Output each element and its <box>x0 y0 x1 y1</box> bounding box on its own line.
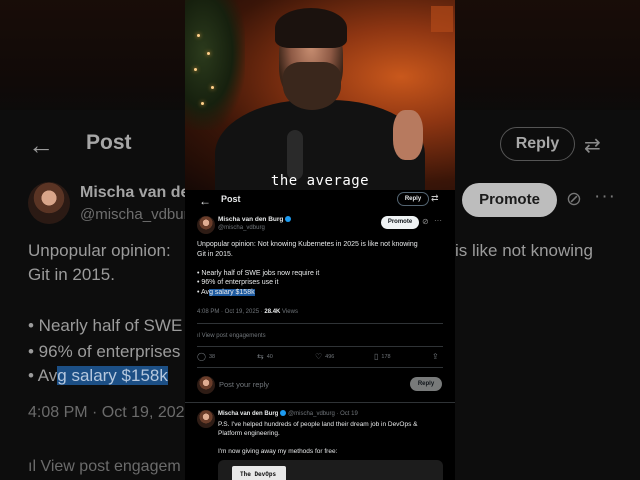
background-bullet1: • Nearly half of SWE <box>28 316 183 335</box>
background-engagements-label: View post engagem <box>40 458 181 475</box>
background-text-line2: Git in 2015. <box>28 265 115 284</box>
more-icon[interactable]: ··· <box>434 216 442 225</box>
background-nav-title: Post <box>86 131 132 154</box>
book-cover: The DevOps <box>232 466 286 480</box>
post-bullet3-highlight: g salary $158k <box>209 288 255 296</box>
view-engagements-label: View post engagements <box>201 333 266 339</box>
string-light <box>211 86 214 89</box>
link-card[interactable]: The DevOps <box>218 460 443 480</box>
author-name-label: Mischa van den Burg <box>218 216 284 223</box>
views-label: Views <box>280 309 298 315</box>
string-light <box>207 52 210 55</box>
background-text-line1-right: is like not knowing <box>455 241 593 260</box>
post-bullet1: • Nearly half of SWE jobs now require it <box>197 269 320 277</box>
compose-reply-button[interactable]: Reply <box>410 377 442 391</box>
like-count: 496 <box>325 354 335 360</box>
bookmark-action[interactable]: ▯ 178 <box>374 352 391 361</box>
background-reply-button: Reply <box>500 127 575 161</box>
presenter-hand <box>393 110 423 160</box>
presenter-beard <box>283 62 341 110</box>
repost-action[interactable]: ⇆ 40 <box>257 352 273 361</box>
arrow-left-icon[interactable]: ← <box>199 194 211 208</box>
background-bullet2: • 96% of enterprises <box>28 342 181 361</box>
repost-count: 40 <box>266 354 273 360</box>
bar-chart-icon: ıl <box>28 458 41 475</box>
string-light <box>201 102 204 105</box>
background-bullet3: • Avg salary $158k <box>28 366 168 386</box>
share-icon: ⇪ <box>432 352 439 361</box>
background-promote-button: Promote <box>462 183 557 217</box>
verified-badge-icon <box>285 216 292 222</box>
string-light <box>197 34 200 37</box>
heart-icon: ♡ <box>315 352 323 361</box>
divider <box>197 367 443 368</box>
background-engagements: ıl View post engagem <box>28 458 181 476</box>
promote-button[interactable]: Promote <box>381 216 419 229</box>
presenter-video[interactable] <box>185 0 455 192</box>
post-body: Unpopular opinion: Not knowing Kubernete… <box>197 240 447 297</box>
background-bullet3-highlight: g salary $158k <box>57 366 168 385</box>
avatar <box>28 182 70 224</box>
divider <box>197 323 443 324</box>
reply-body: P.S. I've helped hundreds of people land… <box>218 420 446 456</box>
divider <box>185 402 455 403</box>
reply-spacer <box>218 438 446 447</box>
reply-author-name: Mischa van den Burg <box>218 411 279 417</box>
post-nav-title: Post <box>221 194 241 204</box>
post-line1: Unpopular opinion: Not knowing Kubernete… <box>197 241 418 248</box>
reply-compose-input[interactable]: Post your reply <box>219 380 269 389</box>
comment-icon: ◯ <box>197 352 206 361</box>
video-caption: the average <box>270 173 370 189</box>
author-handle[interactable]: @mischa_vdburg <box>218 225 265 231</box>
post-time: 4:08 PM · Oct 19, 2025 · <box>197 309 265 315</box>
christmas-tree <box>185 0 245 130</box>
background-text-line1: Unpopular opinion: <box>28 241 171 260</box>
repost-icon: ⇆ <box>257 352 264 361</box>
grok-icon[interactable]: ⊘ <box>422 217 429 226</box>
share-action[interactable]: ⇪ <box>432 352 442 361</box>
post-bullet2: • 96% of enterprises use it <box>197 279 279 286</box>
avatar[interactable] <box>197 216 215 234</box>
avatar <box>197 376 215 394</box>
background-author-handle: @mischa_vdburg <box>80 206 197 223</box>
background-timestamp: 4:08 PM · Oct 19, 2025 <box>28 404 194 421</box>
post-spacer <box>197 259 447 269</box>
views-count: 28.4K <box>264 309 281 315</box>
post-line2: Git in 2015. <box>197 250 233 258</box>
reply-author[interactable]: Mischa van den Burg @mischa_vdburg · Oct… <box>218 410 358 417</box>
divider <box>197 346 443 347</box>
reply-count: 38 <box>208 354 216 360</box>
reply-button[interactable]: Reply <box>397 192 429 206</box>
author-name[interactable]: Mischa van den Burg <box>218 216 292 223</box>
background-bullet3-pre: • Av <box>28 366 58 385</box>
arrow-left-icon: ← <box>28 130 54 160</box>
reply-action[interactable]: ◯ 38 <box>197 352 215 361</box>
background-author-name: Mischa van den <box>80 184 200 201</box>
reply-line2: Platform engineering. <box>218 430 280 437</box>
more-icon: ··· <box>594 186 616 207</box>
screen: ← Post Reply ⇄ Mischa van den @mischa_vd… <box>0 0 640 480</box>
reply-line1: P.S. I've helped hundreds of people land… <box>218 421 418 428</box>
sliders-icon[interactable]: ⇄ <box>431 193 439 204</box>
post-bullet3-pre: • Av <box>197 288 210 296</box>
verified-badge-icon <box>280 410 287 416</box>
like-action[interactable]: ♡ 496 <box>315 352 334 361</box>
reply-meta: @mischa_vdburg · Oct 19 <box>288 411 358 417</box>
post-screenshot: ← Post Reply ⇄ Mischa van den Burg @misc… <box>185 190 455 480</box>
presenter-hair <box>275 8 347 48</box>
post-bullet3: • Avg salary $158k <box>197 288 447 298</box>
reply-line3: I'm now giving away my methods for free: <box>218 448 338 455</box>
view-engagements-link[interactable]: ıl View post engagements <box>197 333 266 339</box>
post-meta: 4:08 PM · Oct 19, 2025 · 28.4K Views <box>197 309 298 315</box>
background-window <box>431 6 453 32</box>
string-light <box>194 68 197 71</box>
bookmark-icon: ▯ <box>374 352 379 361</box>
sliders-icon: ⇄ <box>584 135 601 157</box>
bookmark-count: 178 <box>381 354 391 360</box>
avatar[interactable] <box>197 410 215 428</box>
grok-icon: ⊘ <box>566 189 582 210</box>
